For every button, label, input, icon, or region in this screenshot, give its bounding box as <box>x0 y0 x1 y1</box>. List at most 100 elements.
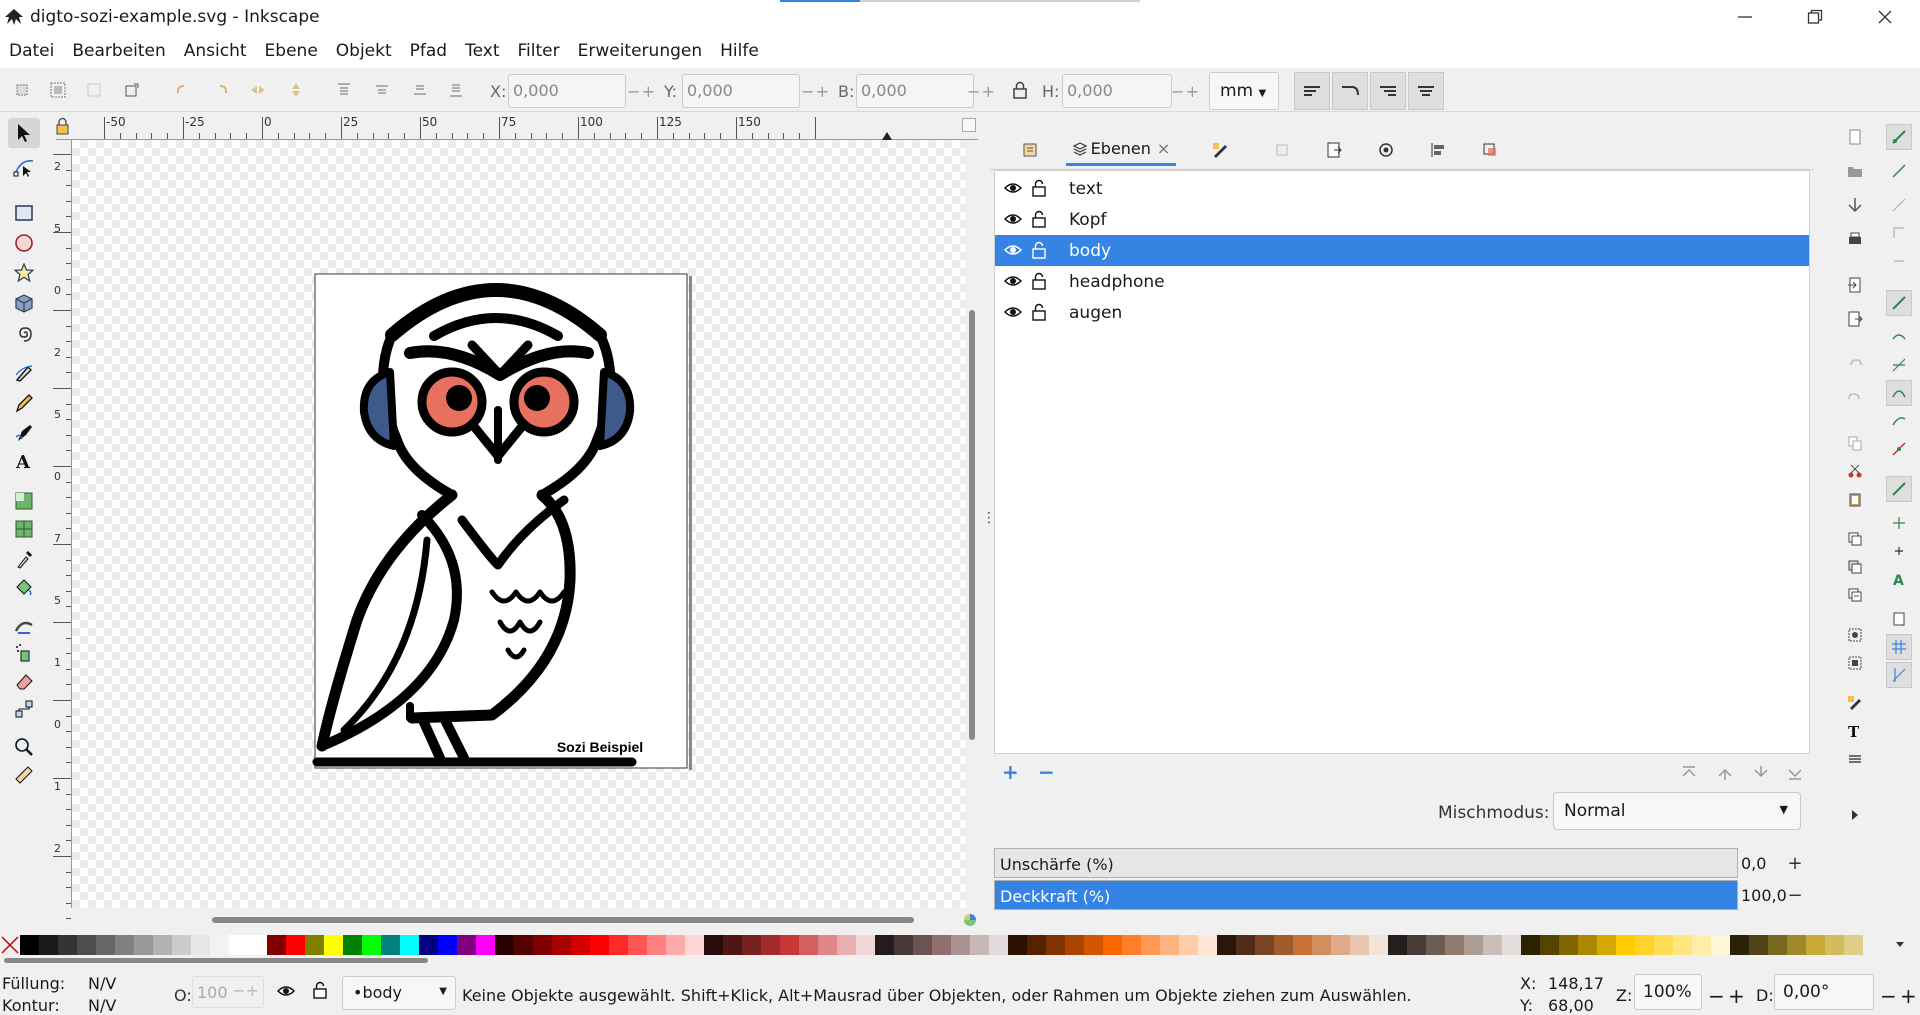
color-swatch[interactable] <box>1654 935 1673 955</box>
remove-layer-button[interactable]: − <box>1038 760 1055 784</box>
unlink-clone-button[interactable] <box>1842 582 1868 608</box>
color-swatch[interactable] <box>1540 935 1559 955</box>
layer-name[interactable]: headphone <box>1069 272 1165 292</box>
color-swatch[interactable] <box>913 935 932 955</box>
color-swatch[interactable] <box>1274 935 1293 955</box>
color-swatch[interactable] <box>419 935 438 955</box>
color-swatch[interactable] <box>609 935 628 955</box>
paste-button[interactable] <box>1842 486 1868 512</box>
layer-name[interactable]: body <box>1069 241 1111 261</box>
color-swatch[interactable] <box>1217 935 1236 955</box>
color-swatch[interactable] <box>343 935 362 955</box>
move-gradients-toggle[interactable] <box>1370 72 1406 110</box>
color-swatch[interactable] <box>1445 935 1464 955</box>
menu-text[interactable]: Text <box>456 41 508 61</box>
layer-row-headphone[interactable]: headphone <box>995 266 1809 297</box>
color-swatch[interactable] <box>96 935 115 955</box>
snap-others-toggle[interactable] <box>1886 476 1912 502</box>
eye-icon[interactable] <box>1003 241 1023 259</box>
flip-horizontal-button[interactable] <box>244 76 272 104</box>
color-swatch[interactable] <box>1464 935 1483 955</box>
eye-icon[interactable] <box>1003 272 1023 290</box>
rotate-decrement-button[interactable]: − <box>1880 984 1897 1008</box>
color-swatch[interactable] <box>704 935 723 955</box>
snap-cusp-nodes-toggle[interactable] <box>1886 380 1912 406</box>
more-commands-button[interactable] <box>1842 802 1868 828</box>
snap-line-midpoints-button[interactable] <box>1886 436 1912 462</box>
color-swatch[interactable] <box>286 935 305 955</box>
color-swatch[interactable] <box>590 935 609 955</box>
color-swatch[interactable] <box>1331 935 1350 955</box>
color-swatch[interactable] <box>191 935 210 955</box>
vertical-ruler[interactable]: 2 5 0 2 5 0 7 5 1 0 1 2 <box>52 140 72 920</box>
color-swatch[interactable] <box>666 935 685 955</box>
close-button[interactable] <box>1850 0 1920 34</box>
restore-button[interactable] <box>1780 0 1850 34</box>
move-down-icon[interactable] <box>1752 764 1770 782</box>
lower-to-bottom-button[interactable] <box>442 76 470 104</box>
dropper-tool[interactable] <box>8 544 40 574</box>
tab-transform[interactable] <box>1474 134 1506 166</box>
snap-rotation-centers-button[interactable] <box>1886 538 1912 564</box>
color-swatch[interactable] <box>1825 935 1844 955</box>
color-swatch[interactable] <box>1407 935 1426 955</box>
mesh-tool[interactable] <box>8 514 40 544</box>
color-swatch[interactable] <box>115 935 134 955</box>
height-stepper[interactable]: − + <box>1168 76 1202 106</box>
rectangle-tool[interactable] <box>8 198 40 228</box>
tab-xml-editor[interactable] <box>1266 134 1298 166</box>
color-swatch[interactable] <box>1635 935 1654 955</box>
select-all-layers-button[interactable] <box>44 76 72 104</box>
connector-tool[interactable] <box>8 694 40 724</box>
color-swatch[interactable] <box>647 935 666 955</box>
snap-bbox-button[interactable] <box>1886 158 1912 184</box>
scroll-thumb[interactable] <box>212 917 914 923</box>
layer-row-kopf[interactable]: Kopf <box>995 204 1809 235</box>
snap-page-border-button[interactable] <box>1886 606 1912 632</box>
rotate-cw-button[interactable] <box>208 76 236 104</box>
color-swatch[interactable] <box>1293 935 1312 955</box>
color-swatch[interactable] <box>1483 935 1502 955</box>
lock-proportions-button[interactable] <box>1006 76 1034 104</box>
open-button[interactable] <box>1842 158 1868 184</box>
pencil-tool[interactable] <box>8 388 40 418</box>
opacity-status-field[interactable]: 100 −+ <box>192 976 264 1008</box>
color-swatch[interactable] <box>989 935 1008 955</box>
select-all-button[interactable] <box>8 76 36 104</box>
zoom-in-button[interactable]: + <box>1728 984 1745 1008</box>
xml-editor-button[interactable] <box>1842 746 1868 772</box>
ungroup-button[interactable] <box>1842 650 1868 676</box>
text-tool[interactable]: A <box>8 446 40 476</box>
select-touch-button[interactable] <box>118 76 146 104</box>
ellipse-tool[interactable] <box>8 228 40 258</box>
x-field[interactable]: 0,000 <box>508 74 626 108</box>
raise-to-top-button[interactable] <box>330 76 358 104</box>
y-stepper[interactable]: − + <box>798 76 832 106</box>
clone-button[interactable] <box>1842 554 1868 580</box>
layer-name[interactable]: augen <box>1069 303 1122 323</box>
color-swatch[interactable] <box>837 935 856 955</box>
unit-dropdown[interactable]: mm ▼ <box>1209 72 1279 110</box>
print-button[interactable] <box>1842 226 1868 252</box>
color-swatch[interactable] <box>514 935 533 955</box>
calligraphy-tool[interactable] <box>8 418 40 448</box>
color-swatch[interactable] <box>533 935 552 955</box>
snap-paths-button[interactable] <box>1886 324 1912 350</box>
measure-tool[interactable] <box>8 760 40 790</box>
color-swatch[interactable] <box>153 935 172 955</box>
color-swatch[interactable] <box>77 935 96 955</box>
layer-name[interactable]: Kopf <box>1069 210 1106 230</box>
snap-text-baseline-button[interactable]: A <box>1886 566 1912 592</box>
drawing-canvas[interactable]: Sozi Beispiel <box>72 140 966 908</box>
spray-tool[interactable] <box>8 638 40 668</box>
current-layer-dropdown[interactable]: •body ▼ <box>342 976 456 1010</box>
layer-row-text[interactable]: text <box>995 173 1809 204</box>
color-swatch[interactable] <box>1806 935 1825 955</box>
width-field[interactable]: 0,000 <box>856 74 974 108</box>
color-swatch[interactable] <box>324 935 343 955</box>
tab-fill-stroke[interactable] <box>1204 134 1236 166</box>
color-swatch[interactable] <box>1369 935 1388 955</box>
y-field[interactable]: 0,000 <box>682 74 800 108</box>
horizontal-ruler[interactable]: -50 -25 0 25 50 75 100 125 150 <box>56 114 978 140</box>
color-swatch[interactable] <box>1502 935 1521 955</box>
